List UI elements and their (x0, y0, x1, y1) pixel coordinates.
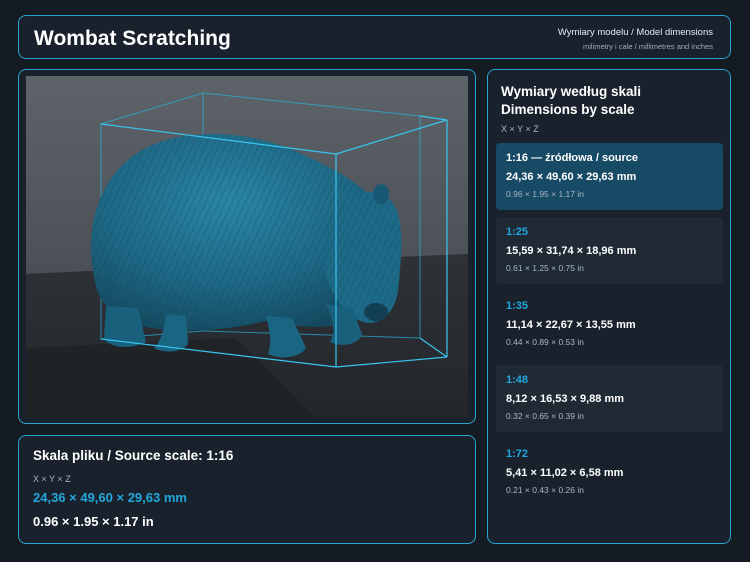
scale-card-1-48[interactable]: 1:48 8,12 × 16,53 × 9,88 mm 0.32 × 0.65 … (496, 365, 723, 432)
source-scale-panel: Skala pliku / Source scale: 1:16 X × Y ×… (18, 435, 476, 544)
model-viewer-panel (18, 69, 476, 424)
scale-name: 1:72 (506, 448, 529, 460)
scale-card-1-16[interactable]: 1:16 — źródłowa / source 24,36 × 49,60 ×… (496, 143, 723, 210)
scale-card-1-35[interactable]: 1:35 11,14 × 22,67 × 13,55 mm 0.44 × 0.8… (496, 291, 723, 358)
scale-dimensions-in: 0.61 × 1.25 × 0.75 in (506, 263, 584, 273)
scale-dimensions-in: 0.32 × 0.65 × 0.39 in (506, 411, 584, 421)
scale-name: 1:16 — źródłowa / source (506, 152, 639, 164)
source-axis-label: X × Y × Z (33, 474, 71, 484)
scale-dimensions-mm: 11,14 × 22,67 × 13,55 mm (506, 319, 636, 331)
scale-dimensions-mm: 24,36 × 49,60 × 29,63 mm (506, 171, 637, 183)
scale-card-1-25[interactable]: 1:25 15,59 × 31,74 × 18,96 mm 0.61 × 1.2… (496, 217, 723, 284)
scales-panel: Wymiary według skali Dimensions by scale… (487, 69, 731, 544)
scale-dimensions-in: 0.21 × 0.43 × 0.26 in (506, 485, 584, 495)
source-scale-title: Skala pliku / Source scale: 1:16 (33, 448, 234, 463)
scale-dimensions-in: 0.44 × 0.89 × 0.53 in (506, 337, 584, 347)
model-viewport[interactable] (26, 76, 468, 418)
header-title: Wymiary modelu / Model dimensions (557, 27, 713, 38)
scale-dimensions-mm: 5,41 × 11,02 × 6,58 mm (506, 467, 624, 479)
header-bar: Wombat Scratching Wymiary modelu / Model… (18, 15, 731, 59)
scale-card-1-72[interactable]: 1:72 5,41 × 11,02 × 6,58 mm 0.21 × 0.43 … (496, 439, 723, 506)
scales-title: Wymiary według skali Dimensions by scale (501, 84, 642, 117)
scale-dimensions-mm: 15,59 × 31,74 × 18,96 mm (506, 245, 637, 257)
header-subtitle: milimetry i cale / millimetres and inche… (582, 42, 713, 51)
scale-dimensions-in: 0.96 × 1.95 × 1.17 in (506, 189, 584, 199)
scales-axis-label: X × Y × Z (501, 124, 539, 134)
scale-name: 1:25 (506, 226, 529, 238)
source-dimensions-mm: 24,36 × 49,60 × 29,63 mm (33, 490, 187, 505)
scale-name: 1:48 (506, 374, 529, 386)
source-dimensions-in: 0.96 × 1.95 × 1.17 in (33, 514, 154, 529)
model-render (26, 76, 468, 418)
app-title: Wombat Scratching (34, 27, 231, 50)
scale-dimensions-mm: 8,12 × 16,53 × 9,88 mm (506, 393, 625, 405)
scale-name: 1:35 (506, 300, 529, 312)
